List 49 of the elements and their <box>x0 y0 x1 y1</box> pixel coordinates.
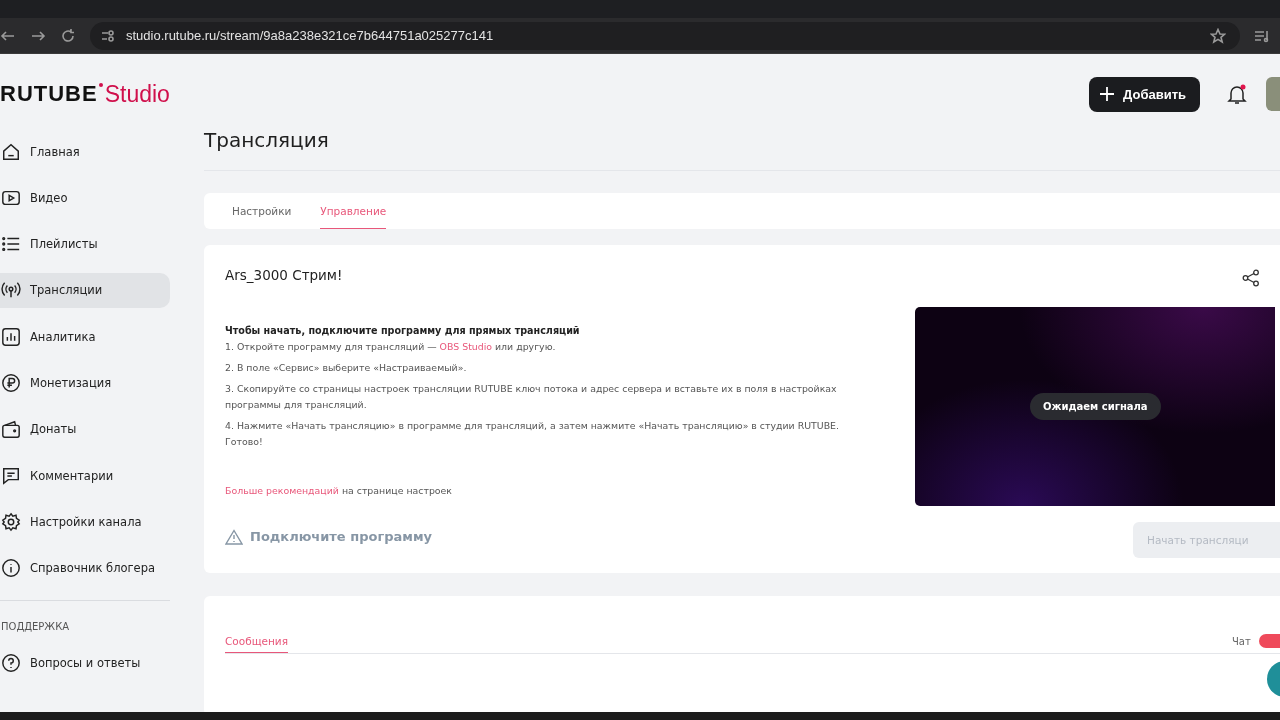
ruble-icon <box>1 373 21 393</box>
status-text: Подключите программу <box>250 529 433 545</box>
tab[interactable]: Настройки <box>232 193 292 229</box>
instruction-step: 4. Нажмите «Начать трансляцию» в программе для трансляций, а затем нажмите «Начать трансляцию» в студии RUTUBE. Готово! <box>225 418 859 450</box>
obs-studio-link[interactable]: OBS Studio <box>439 341 493 352</box>
rutube-studio-logo[interactable]: RUTUBE Studio <box>0 80 170 108</box>
status-badge: Ожидаем сигнала <box>1030 393 1161 420</box>
add-button[interactable]: Добавить <box>1089 76 1200 112</box>
reload-icon[interactable] <box>60 27 76 44</box>
info-icon <box>1 558 21 579</box>
page-title: Трансляция <box>204 127 330 154</box>
instructions-heading: Чтобы начать, подключите программу для прямых трансляций <box>225 324 581 338</box>
sidebar-item[interactable]: Справочник блогера <box>0 550 170 586</box>
settings-icon <box>1 511 21 532</box>
avatar[interactable] <box>1266 77 1280 111</box>
tab[interactable]: Сообщения <box>225 629 288 653</box>
home-icon <box>1 141 21 162</box>
sidebar-item[interactable]: Вопросы и ответы <box>0 645 170 681</box>
sidebar-item[interactable]: Аналитика <box>0 319 170 355</box>
section-heading: ПОДДЕРЖКА <box>1 620 71 632</box>
recommendations-link[interactable]: Больше рекомендаций <box>225 485 339 496</box>
recommendations-text: Больше рекомендаций на странице настроек <box>225 484 453 498</box>
url-text: studio.rutube.ru/stream/9a8a238e321ce7b644751a025277c141 <box>126 28 495 43</box>
plus-icon <box>1099 86 1116 102</box>
comment-icon <box>1 465 21 486</box>
warning-icon <box>225 529 243 545</box>
sidebar-item[interactable]: Главная <box>0 134 170 169</box>
sidebar-item[interactable]: Плейлисты <box>0 226 170 262</box>
sidebar-item[interactable]: Донаты <box>0 411 170 447</box>
bell-icon[interactable] <box>1226 83 1248 105</box>
star-icon[interactable] <box>1210 27 1226 44</box>
instruction-step: 3. Скопируйте со страницы настроек трансляции RUTUBE ключ потока и адрес сервера и вставьте их в поля в настройках программы для трансляций. <box>225 381 859 413</box>
site-settings-icon[interactable] <box>100 27 116 44</box>
sidebar-item[interactable]: Видео <box>0 180 170 216</box>
wallet-icon <box>1 419 21 440</box>
sidebar-item[interactable]: Трансляции <box>0 272 170 308</box>
bar-chart-icon <box>1 326 21 347</box>
instruction-step: 1. Откройте программу для трансляций — OBS Studio или другую. <box>225 339 859 355</box>
stream-title: Ars_3000 Стрим! <box>225 267 343 283</box>
share-icon[interactable] <box>1242 269 1260 287</box>
sidebar-item[interactable]: Комментарии <box>0 458 170 494</box>
tab[interactable]: Управление <box>320 193 387 229</box>
address-bar[interactable]: studio.rutube.ru/stream/9a8a238e321ce7b644751a025277c141 <box>90 21 1240 50</box>
help-icon <box>1 653 21 674</box>
chat-toggle[interactable] <box>1258 634 1280 648</box>
sidebar-item[interactable]: Монетизация <box>0 365 170 401</box>
sidebar-item[interactable]: Настройки канала <box>0 504 170 540</box>
chat-label: Чат <box>1232 635 1251 647</box>
instruction-step: 2. В поле «Сервис» выберите «Настраиваемый». <box>225 360 859 376</box>
